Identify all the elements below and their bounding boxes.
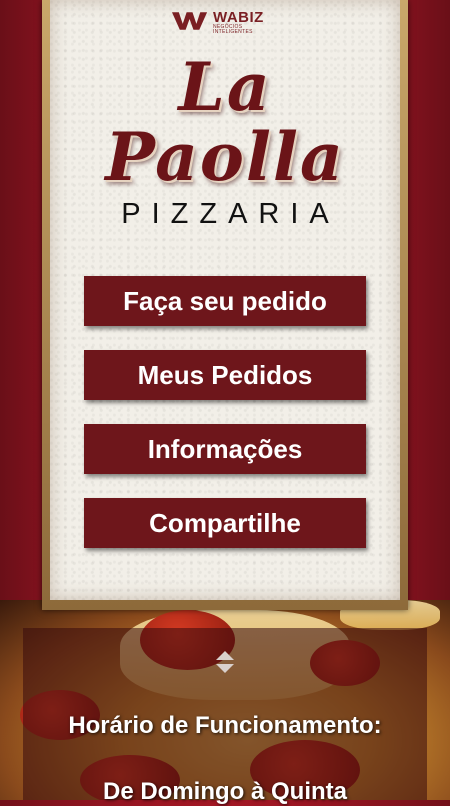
information-button[interactable]: Informações (84, 424, 366, 474)
hours-line: De Domingo à Quinta (102, 778, 347, 805)
place-order-button[interactable]: Faça seu pedido (84, 276, 366, 326)
hours-title: Horário de Funcionamento: (68, 712, 382, 739)
vendor-logo: WABIZ NEGÓCIOS INTELIGENTES (172, 10, 282, 36)
logo-line2: Paolla (105, 118, 345, 196)
my-orders-button[interactable]: Meus Pedidos (84, 350, 366, 400)
wabiz-logo-icon (172, 12, 208, 30)
logo-subtitle: PIZZARIA (121, 198, 340, 230)
vendor-tagline: NEGÓCIOS INTELIGENTES (213, 24, 253, 35)
logo-line1: La (178, 48, 272, 126)
up-down-arrows-icon[interactable] (214, 650, 236, 674)
vendor-name: WABIZ (213, 9, 264, 26)
share-button[interactable]: Compartilhe (84, 498, 366, 548)
